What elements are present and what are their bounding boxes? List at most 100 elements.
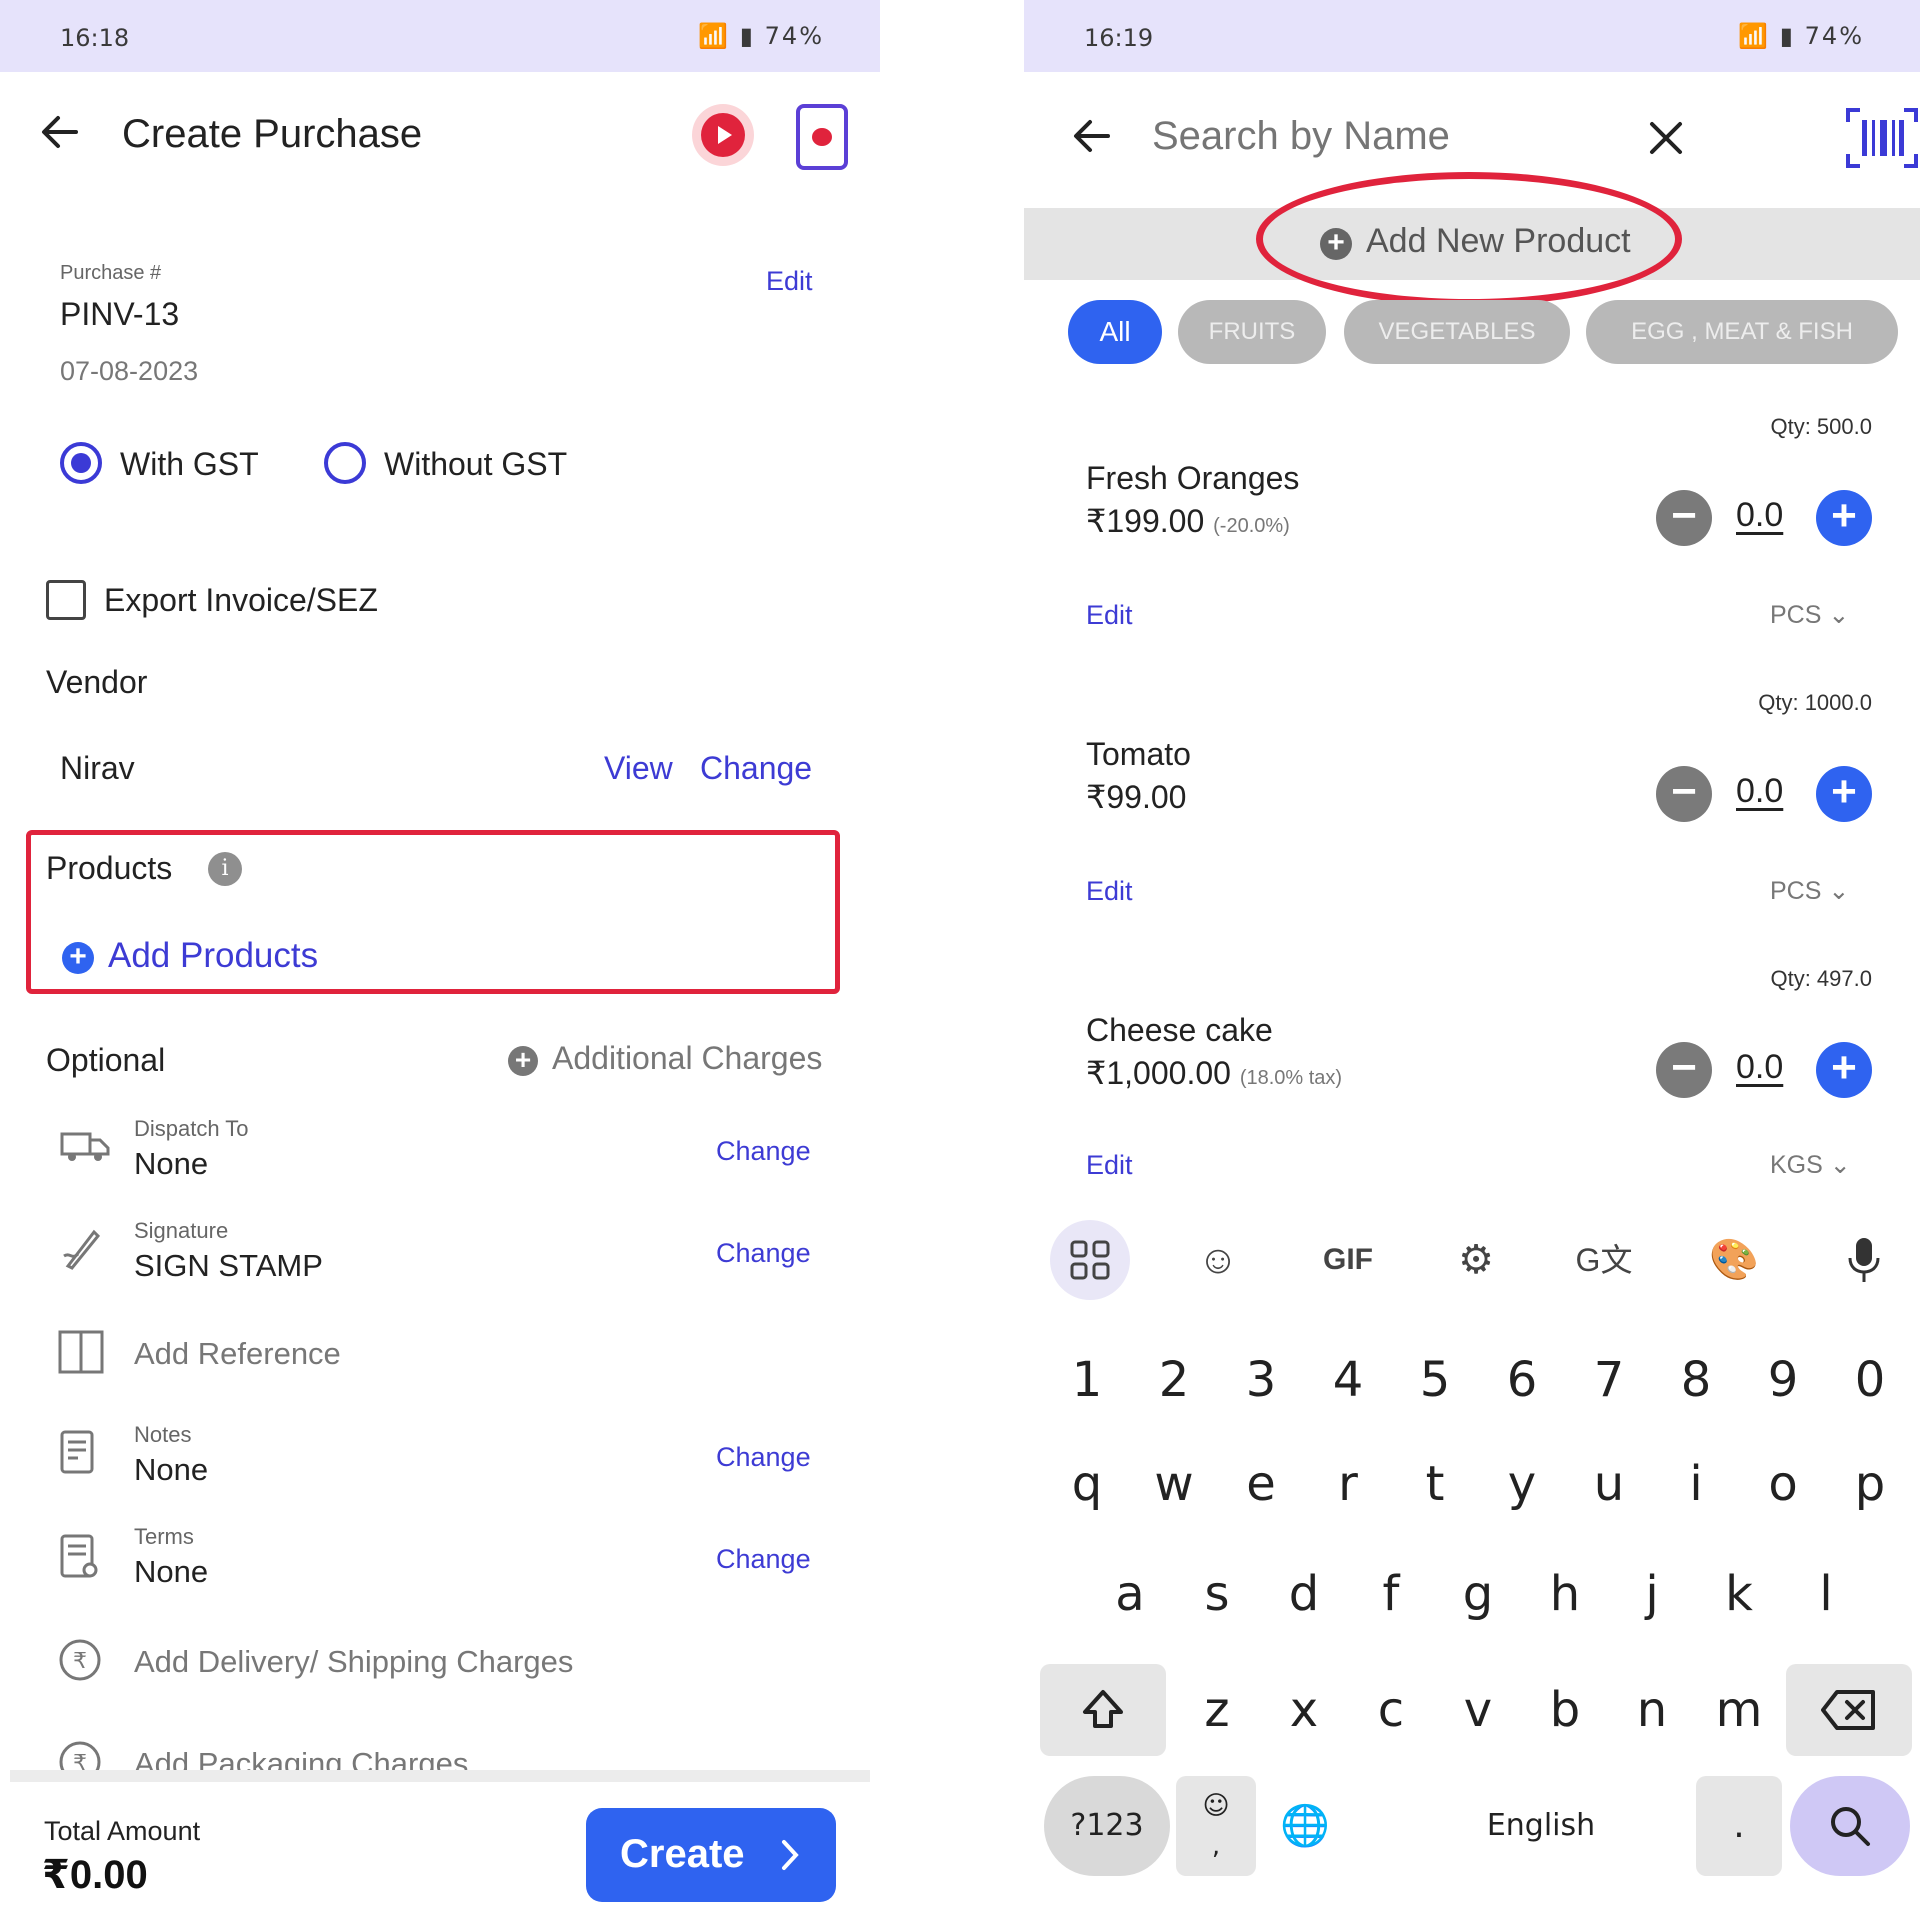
add-products-button[interactable]: + Add Products	[62, 936, 382, 980]
key-7[interactable]: 7	[1566, 1330, 1652, 1430]
increase-qty-button[interactable]: +	[1816, 490, 1872, 546]
unit-select[interactable]: PCS ⌄	[1770, 600, 1849, 630]
backspace-key[interactable]	[1786, 1664, 1912, 1756]
category-all[interactable]: All	[1068, 300, 1162, 364]
search-input[interactable]	[1152, 108, 1572, 164]
key-b[interactable]: b	[1522, 1660, 1608, 1760]
status-bar: 16:19 📶 ▮ 74%	[1024, 0, 1920, 72]
product-edit-link[interactable]: Edit	[1086, 876, 1133, 907]
key-p[interactable]: p	[1827, 1434, 1913, 1534]
unit-select[interactable]: PCS ⌄	[1770, 876, 1849, 906]
key-e[interactable]: e	[1218, 1434, 1304, 1534]
increase-qty-button[interactable]: +	[1816, 1042, 1872, 1098]
key-d[interactable]: d	[1261, 1544, 1347, 1644]
product-edit-link[interactable]: Edit	[1086, 600, 1133, 631]
gif-button[interactable]: GIF	[1308, 1220, 1388, 1300]
create-button[interactable]: Create	[586, 1808, 836, 1902]
emoji-comma-key[interactable]: ☺,	[1176, 1776, 1256, 1876]
qty-value[interactable]: 0.0	[1736, 1048, 1783, 1087]
video-help-icon[interactable]	[692, 104, 754, 166]
key-1[interactable]: 1	[1044, 1330, 1130, 1430]
vendor-view-link[interactable]: View	[604, 750, 673, 787]
key-9[interactable]: 9	[1740, 1330, 1826, 1430]
globe-icon[interactable]: 🌐	[1262, 1776, 1348, 1876]
search-key[interactable]	[1790, 1776, 1910, 1876]
key-v[interactable]: v	[1435, 1660, 1521, 1760]
without-gst-radio[interactable]	[324, 442, 366, 484]
with-gst-label[interactable]: With GST	[120, 446, 259, 483]
qty-value[interactable]: 0.0	[1736, 496, 1783, 535]
unit-select[interactable]: KGS ⌄	[1770, 1150, 1851, 1180]
pen-icon	[60, 1226, 104, 1275]
with-gst-radio[interactable]	[60, 442, 102, 484]
key-2[interactable]: 2	[1131, 1330, 1217, 1430]
key-3[interactable]: 3	[1218, 1330, 1304, 1430]
key-s[interactable]: s	[1174, 1544, 1260, 1644]
key-n[interactable]: n	[1609, 1660, 1695, 1760]
key-i[interactable]: i	[1653, 1434, 1739, 1534]
terms-change-link[interactable]: Change	[716, 1544, 811, 1575]
key-0[interactable]: 0	[1827, 1330, 1913, 1430]
add-reference-button[interactable]: Add Reference	[134, 1336, 341, 1372]
decrease-qty-button[interactable]: −	[1656, 766, 1712, 822]
key-t[interactable]: t	[1392, 1434, 1478, 1534]
vendor-change-link[interactable]: Change	[700, 750, 812, 787]
dispatch-change-link[interactable]: Change	[716, 1136, 811, 1167]
key-6[interactable]: 6	[1479, 1330, 1565, 1430]
key-o[interactable]: o	[1740, 1434, 1826, 1534]
add-delivery-button[interactable]: Add Delivery/ Shipping Charges	[134, 1644, 573, 1680]
key-a[interactable]: a	[1087, 1544, 1173, 1644]
key-u[interactable]: u	[1566, 1434, 1652, 1534]
shift-key[interactable]	[1040, 1664, 1166, 1756]
additional-charges-button[interactable]: + Additional Charges	[508, 1040, 868, 1084]
key-c[interactable]: c	[1348, 1660, 1434, 1760]
category-fruits[interactable]: FRUITS	[1178, 300, 1326, 364]
key-8[interactable]: 8	[1653, 1330, 1739, 1430]
increase-qty-button[interactable]: +	[1816, 766, 1872, 822]
product-price: ₹1,000.00 (18.0% tax)	[1086, 1054, 1342, 1092]
key-w[interactable]: w	[1131, 1434, 1217, 1534]
key-l[interactable]: l	[1783, 1544, 1869, 1644]
receipt-icon[interactable]	[796, 104, 848, 170]
qty-value[interactable]: 0.0	[1736, 772, 1783, 811]
sticker-icon[interactable]: ☺	[1178, 1220, 1258, 1300]
back-arrow-icon[interactable]	[1068, 112, 1116, 160]
packaging-row[interactable]: ₹ Add Packaging Charges	[0, 1740, 880, 1774]
key-m[interactable]: m	[1696, 1660, 1782, 1760]
settings-icon[interactable]: ⚙	[1436, 1220, 1516, 1300]
space-key[interactable]: English	[1354, 1776, 1728, 1876]
key-x[interactable]: x	[1261, 1660, 1347, 1760]
apps-icon[interactable]	[1050, 1220, 1130, 1300]
key-g[interactable]: g	[1435, 1544, 1521, 1644]
key-k[interactable]: k	[1696, 1544, 1782, 1644]
without-gst-label[interactable]: Without GST	[384, 446, 567, 483]
key-z[interactable]: z	[1174, 1660, 1260, 1760]
close-icon[interactable]	[1644, 116, 1688, 160]
translate-icon[interactable]: G文	[1564, 1220, 1644, 1300]
key-j[interactable]: j	[1609, 1544, 1695, 1644]
key-r[interactable]: r	[1305, 1434, 1391, 1534]
key-4[interactable]: 4	[1305, 1330, 1391, 1430]
key-f[interactable]: f	[1348, 1544, 1434, 1644]
barcode-scan-icon[interactable]	[1844, 106, 1920, 170]
decrease-qty-button[interactable]: −	[1656, 490, 1712, 546]
export-invoice-checkbox[interactable]	[46, 580, 86, 620]
palette-icon[interactable]: 🎨	[1694, 1220, 1774, 1300]
key-q[interactable]: q	[1044, 1434, 1130, 1534]
mic-icon[interactable]	[1824, 1220, 1904, 1300]
export-invoice-label[interactable]: Export Invoice/SEZ	[104, 582, 378, 619]
back-arrow-icon[interactable]	[36, 108, 84, 156]
key-5[interactable]: 5	[1392, 1330, 1478, 1430]
purchase-edit-link[interactable]: Edit	[766, 266, 813, 297]
category-egg-meat-fish[interactable]: EGG , MEAT & FISH	[1586, 300, 1898, 364]
category-vegetables[interactable]: VEGETABLES	[1344, 300, 1570, 364]
notes-change-link[interactable]: Change	[716, 1442, 811, 1473]
key-h[interactable]: h	[1522, 1544, 1608, 1644]
signature-change-link[interactable]: Change	[716, 1238, 811, 1269]
decrease-qty-button[interactable]: −	[1656, 1042, 1712, 1098]
product-edit-link[interactable]: Edit	[1086, 1150, 1133, 1181]
info-icon[interactable]: i	[208, 852, 242, 886]
key-y[interactable]: y	[1479, 1434, 1565, 1534]
symbols-key[interactable]: ?123	[1044, 1776, 1170, 1876]
period-key[interactable]: .	[1696, 1776, 1782, 1876]
